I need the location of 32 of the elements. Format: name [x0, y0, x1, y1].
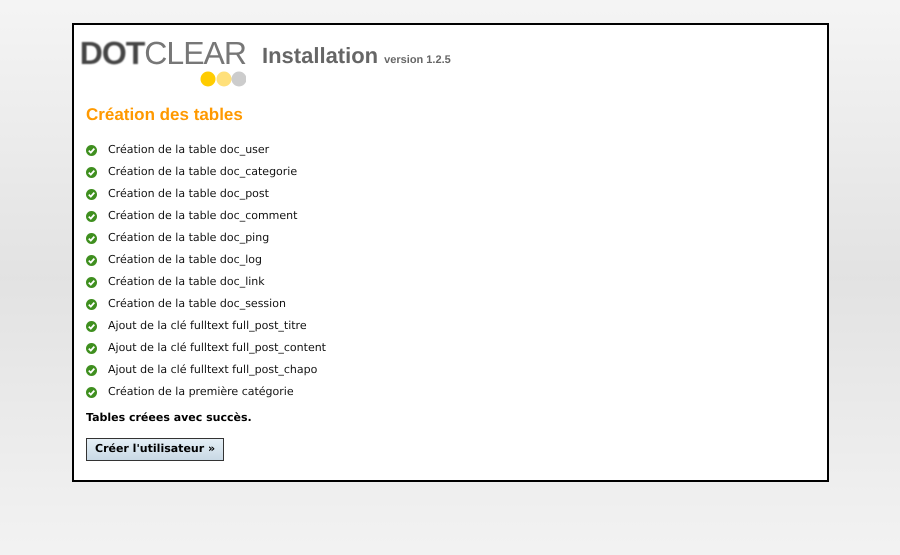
success-message: Tables créees avec succès.: [86, 410, 253, 426]
step-text: Ajout de la clé fulltext full_post_content: [108, 340, 326, 356]
step-text: Création de la table doc_categorie: [108, 164, 298, 180]
check-icon: [86, 365, 97, 376]
check-icon: [86, 145, 97, 156]
step-text: Création de la table doc_post: [108, 186, 269, 202]
logo-text-bold: DOT: [80, 37, 144, 69]
step-text: Ajout de la clé fulltext full_post_titre: [108, 318, 307, 334]
dots-icon: [200, 71, 246, 87]
step-text: Création de la table doc_link: [108, 274, 265, 290]
check-icon: [86, 299, 97, 310]
check-icon: [86, 343, 97, 354]
check-icon: [86, 233, 97, 244]
create-user-button[interactable]: Créer l'utilisateur »: [86, 438, 224, 460]
step-text: Création de la table doc_ping: [108, 230, 270, 246]
check-icon: [86, 277, 97, 288]
section-title: Création des tables: [86, 104, 244, 126]
page-title: Installation: [262, 42, 378, 70]
step-text: Création de la première catégorie: [108, 384, 294, 400]
version-label: version 1.2.5: [384, 53, 451, 68]
check-icon: [86, 189, 97, 200]
check-icon: [86, 211, 97, 222]
check-icon: [86, 167, 97, 178]
step-text: Création de la table doc_user: [108, 142, 270, 158]
step-text: Création de la table doc_log: [108, 252, 262, 268]
check-icon: [86, 255, 97, 266]
step-text: Création de la table doc_session: [108, 296, 286, 312]
step-text: Ajout de la clé fulltext full_post_chapo: [108, 362, 318, 378]
check-icon: [86, 387, 97, 398]
step-text: Création de la table doc_comment: [108, 208, 298, 224]
logo-text-light: CLEAR: [144, 37, 246, 69]
check-icon: [86, 321, 97, 332]
